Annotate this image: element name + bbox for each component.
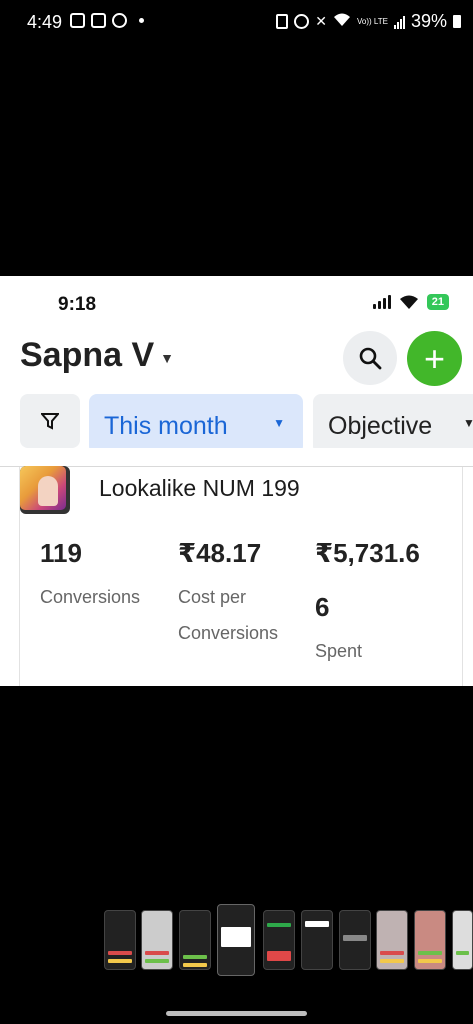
- objective-chip[interactable]: Objective ▼: [313, 394, 473, 448]
- cost-per-conversion-value: ₹48.17: [178, 538, 262, 568]
- recent-thumb[interactable]: [414, 910, 446, 970]
- ios-battery-icon: 21: [426, 294, 449, 310]
- create-button[interactable]: +: [407, 331, 462, 386]
- home-gesture-bar[interactable]: [166, 1011, 307, 1016]
- recent-thumb[interactable]: [104, 910, 136, 970]
- recent-thumb[interactable]: [263, 910, 295, 970]
- filter-icon: [41, 413, 59, 430]
- more-notifications-dot: [139, 18, 144, 23]
- mute-icon: ✕: [315, 13, 327, 29]
- filter-row: This month ▼ Objective ▼: [0, 394, 473, 448]
- filter-button[interactable]: [20, 394, 80, 448]
- chevron-down-icon: ▼: [273, 416, 285, 430]
- recent-thumb[interactable]: [339, 910, 371, 970]
- plus-icon: +: [423, 337, 446, 379]
- ad-thumbnail: [20, 466, 70, 514]
- status-time: 4:49: [27, 12, 63, 32]
- notification-icons: [70, 13, 144, 28]
- cost-per-label-line2: Conversions: [178, 623, 279, 643]
- instagram-icon: [91, 13, 106, 28]
- ios-status-icons: 21: [372, 294, 449, 310]
- date-range-chip[interactable]: This month ▼: [89, 394, 303, 448]
- spent-label: Spent: [315, 641, 363, 661]
- battery-percent: 39%: [410, 11, 447, 31]
- wifi-icon: [333, 11, 351, 32]
- account-name: Sapna V: [20, 336, 155, 374]
- cost-per-label-line1: Cost per: [178, 587, 247, 607]
- conversions-value: 119: [40, 538, 82, 568]
- ios-status-time: 9:18: [58, 294, 97, 315]
- spent-value-line1: ₹5,731.6: [315, 538, 420, 568]
- recents-strip: [0, 904, 473, 978]
- ad-name[interactable]: Lookalike NUM 199: [99, 475, 300, 502]
- recent-thumb[interactable]: [141, 910, 173, 970]
- battery-icon: [453, 15, 461, 28]
- caret-down-icon: ▼: [160, 349, 175, 366]
- date-range-label: This month: [104, 412, 228, 440]
- recent-thumb[interactable]: [301, 910, 333, 970]
- system-icons: ✕ Vo)) LTE 39%: [276, 11, 461, 32]
- ios-wifi-icon: [399, 295, 419, 309]
- ios-signal-icon: [372, 295, 391, 309]
- network-type: Vo)) LTE: [356, 16, 388, 26]
- search-icon: [359, 347, 382, 370]
- recent-thumb[interactable]: [376, 910, 408, 970]
- gallery-icon: [70, 13, 85, 28]
- recent-thumb[interactable]: [179, 910, 211, 970]
- chevron-down-icon: ▼: [463, 416, 473, 430]
- alarm-icon: [294, 14, 310, 29]
- search-button[interactable]: [343, 331, 397, 385]
- account-switcher[interactable]: Sapna V ▼: [20, 336, 174, 375]
- objective-label: Objective: [328, 412, 433, 440]
- recent-thumb[interactable]: [452, 910, 473, 970]
- signal-icon: [393, 15, 405, 29]
- spent-value-line2: 6: [315, 592, 330, 622]
- battery-saver-icon: [276, 14, 289, 29]
- recent-thumb-active[interactable]: [217, 904, 255, 976]
- embedded-screenshot: 9:18 21 Sapna V ▼ + This month ▼ Objecti…: [0, 276, 473, 686]
- android-status-bar: 4:49 ✕ Vo)) LTE 39%: [0, 0, 473, 44]
- app-icon: [112, 13, 127, 28]
- conversions-label: Conversions: [40, 587, 141, 607]
